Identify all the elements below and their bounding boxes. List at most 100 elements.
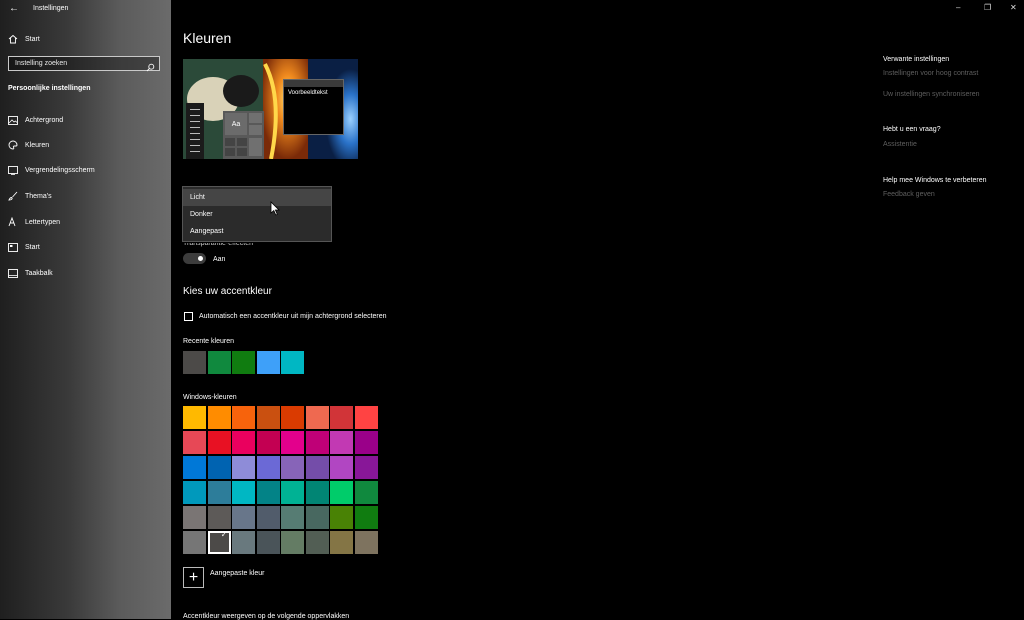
windows-color-swatch[interactable]: ✓: [207, 530, 231, 554]
windows-color-swatch[interactable]: [305, 456, 329, 479]
windows-color-swatch[interactable]: [330, 406, 353, 429]
windows-color-swatch[interactable]: [330, 431, 353, 454]
sidebar-item-taakbalk[interactable]: Taakbalk: [0, 263, 171, 283]
dropdown-option-licht[interactable]: Licht: [183, 189, 331, 206]
page-title: Kleuren: [183, 30, 232, 46]
windows-color-swatch[interactable]: [354, 531, 378, 554]
preview-sample-text: Voorbeeldtekst: [288, 90, 328, 96]
windows-color-swatch[interactable]: [330, 531, 353, 554]
windows-color-swatch[interactable]: [207, 406, 231, 429]
windows-color-swatch[interactable]: [354, 431, 378, 454]
windows-color-swatch[interactable]: [183, 481, 206, 504]
windows-color-swatch[interactable]: [256, 481, 280, 504]
search-placeholder: Instelling zoeken: [15, 60, 68, 67]
close-icon[interactable]: ✕: [1010, 3, 1017, 12]
windows-color-swatch[interactable]: [330, 481, 353, 504]
recent-colors-label: Recente kleuren: [183, 338, 234, 345]
auto-accent-checkbox[interactable]: [184, 312, 193, 321]
sidebar-item-label: Achtergrond: [25, 116, 64, 124]
windows-color-swatch[interactable]: [281, 531, 304, 554]
taskbar-icon: [8, 268, 18, 278]
assistance-link[interactable]: Assistentie: [883, 141, 917, 148]
windows-color-swatch[interactable]: [207, 456, 231, 479]
windows-color-swatch[interactable]: [232, 431, 255, 454]
title-bar: ← Instellingen: [0, 0, 171, 18]
question-heading: Hebt u een vraag?: [883, 126, 941, 133]
sidebar-item-themas[interactable]: Thema's: [0, 186, 171, 206]
sidebar-item-label: Start: [25, 35, 40, 43]
minimize-icon[interactable]: –: [956, 3, 960, 12]
windows-color-swatch[interactable]: [232, 481, 255, 504]
windows-color-swatch[interactable]: [183, 506, 206, 529]
back-arrow-icon[interactable]: ←: [9, 3, 19, 14]
search-icon[interactable]: [146, 59, 155, 77]
theme-preview: Aa Voorbeeldtekst: [183, 59, 358, 159]
windows-color-swatch[interactable]: [256, 406, 280, 429]
recent-color-swatch[interactable]: [207, 351, 231, 374]
dropdown-option-aangepast[interactable]: Aangepast: [183, 223, 331, 240]
windows-color-swatch[interactable]: [330, 456, 353, 479]
sidebar-item-achtergrond[interactable]: Achtergrond: [0, 110, 171, 130]
sidebar-item-vergrendelingsscherm[interactable]: Vergrendelingsscherm: [0, 160, 171, 180]
windows-color-swatch[interactable]: [183, 456, 206, 479]
windows-color-swatch[interactable]: [183, 406, 206, 429]
search-input[interactable]: Instelling zoeken: [8, 56, 160, 72]
windows-color-swatch[interactable]: [232, 506, 255, 529]
palette-icon: [8, 140, 18, 150]
preview-start-list: [186, 103, 204, 159]
windows-color-swatch[interactable]: [281, 456, 304, 479]
dropdown-option-donker[interactable]: Donker: [183, 206, 331, 223]
color-mode-dropdown[interactable]: Licht Donker Aangepast: [182, 186, 332, 242]
restore-icon[interactable]: ❐: [984, 3, 991, 12]
feedback-link[interactable]: Feedback geven: [883, 191, 935, 198]
mouse-cursor-icon: [270, 201, 280, 216]
auto-accent-label: Automatisch een accentkleur uit mijn ach…: [199, 313, 387, 320]
windows-color-swatch[interactable]: [281, 406, 304, 429]
preview-window: Voorbeeldtekst: [283, 79, 344, 135]
sidebar-item-lettertypen[interactable]: Lettertypen: [0, 212, 171, 232]
sync-settings-link[interactable]: Uw instellingen synchroniseren: [883, 91, 980, 98]
sidebar-item-kleuren[interactable]: Kleuren: [0, 135, 171, 155]
windows-color-swatch[interactable]: [305, 481, 329, 504]
windows-color-swatch[interactable]: [354, 481, 378, 504]
sidebar: ← Instellingen Start Instelling zoeken P…: [0, 0, 171, 619]
recent-color-swatch[interactable]: [281, 351, 304, 374]
brush-icon: [8, 191, 18, 201]
windows-color-swatch[interactable]: [232, 456, 255, 479]
windows-color-swatch[interactable]: [281, 431, 304, 454]
recent-color-swatch[interactable]: [256, 351, 280, 374]
windows-color-swatch[interactable]: [232, 531, 255, 554]
windows-color-swatch[interactable]: [281, 481, 304, 504]
windows-color-swatch[interactable]: [256, 506, 280, 529]
windows-color-swatch[interactable]: [305, 431, 329, 454]
windows-color-swatch[interactable]: [281, 506, 304, 529]
recent-color-swatch[interactable]: [183, 351, 206, 374]
windows-color-swatch[interactable]: [232, 406, 255, 429]
preview-tile-text: Aa: [225, 113, 247, 135]
windows-color-swatch[interactable]: [256, 456, 280, 479]
sidebar-item-label: Lettertypen: [25, 218, 61, 226]
windows-color-swatch[interactable]: [183, 431, 206, 454]
windows-color-swatch[interactable]: [305, 531, 329, 554]
preview-start-tiles: Aa: [223, 111, 264, 159]
custom-color-button[interactable]: +: [183, 567, 204, 588]
windows-color-swatch[interactable]: [256, 431, 280, 454]
sidebar-item-start[interactable]: Start: [0, 237, 171, 257]
toggle-knob: [198, 256, 203, 261]
transparency-toggle[interactable]: [183, 253, 206, 264]
sidebar-item-home[interactable]: Start: [0, 29, 171, 49]
recent-color-swatch[interactable]: [232, 351, 255, 374]
windows-color-swatch[interactable]: [305, 506, 329, 529]
sidebar-item-label: Start: [25, 243, 40, 251]
windows-color-swatch[interactable]: [183, 531, 206, 554]
windows-color-swatch[interactable]: [354, 406, 378, 429]
windows-color-swatch[interactable]: [256, 531, 280, 554]
high-contrast-link[interactable]: Instellingen voor hoog contrast: [883, 70, 978, 77]
windows-color-swatch[interactable]: [354, 456, 378, 479]
windows-color-swatch[interactable]: [330, 506, 353, 529]
windows-color-swatch[interactable]: [207, 431, 231, 454]
windows-color-swatch[interactable]: [305, 406, 329, 429]
windows-color-swatch[interactable]: [354, 506, 378, 529]
windows-color-swatch[interactable]: [207, 506, 231, 529]
windows-color-swatch[interactable]: [207, 481, 231, 504]
